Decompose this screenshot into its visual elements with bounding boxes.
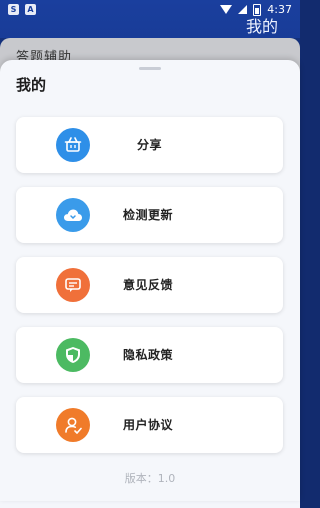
notification-badge-a-icon: A <box>25 4 36 15</box>
feedback-icon <box>56 268 90 302</box>
menu-item-share[interactable]: 分享 <box>16 117 283 173</box>
app-bar-title: 我的 <box>245 17 278 36</box>
menu-item-label: 分享 <box>137 138 163 152</box>
menu-item-label: 意见反馈 <box>123 278 174 292</box>
version-label: 版本：1.0 <box>124 472 176 485</box>
sheet-drag-handle[interactable] <box>139 67 161 70</box>
sheet-title: 我的 <box>16 76 47 94</box>
menu-item-feedback[interactable]: 意见反馈 <box>16 257 283 313</box>
menu-item-check-update[interactable]: 检测更新 <box>16 187 283 243</box>
menu-item-label: 隐私政策 <box>123 348 174 362</box>
wifi-icon <box>220 5 233 14</box>
shield-icon <box>56 338 90 372</box>
menu-item-label: 用户协议 <box>123 418 174 432</box>
share-basket-icon <box>56 128 90 162</box>
user-agreement-icon <box>56 408 90 442</box>
menu-item-privacy-policy[interactable]: 隐私政策 <box>16 327 283 383</box>
bottom-sheet: 我的 分享 检测更新 意见反馈 隐私政策 用户协议 版本：1.0 <box>0 60 300 501</box>
cloud-icon <box>56 198 90 232</box>
notification-badge-s-icon: S <box>8 4 19 15</box>
menu-item-user-agreement[interactable]: 用户协议 <box>16 397 283 453</box>
menu-item-label: 检测更新 <box>123 208 174 222</box>
